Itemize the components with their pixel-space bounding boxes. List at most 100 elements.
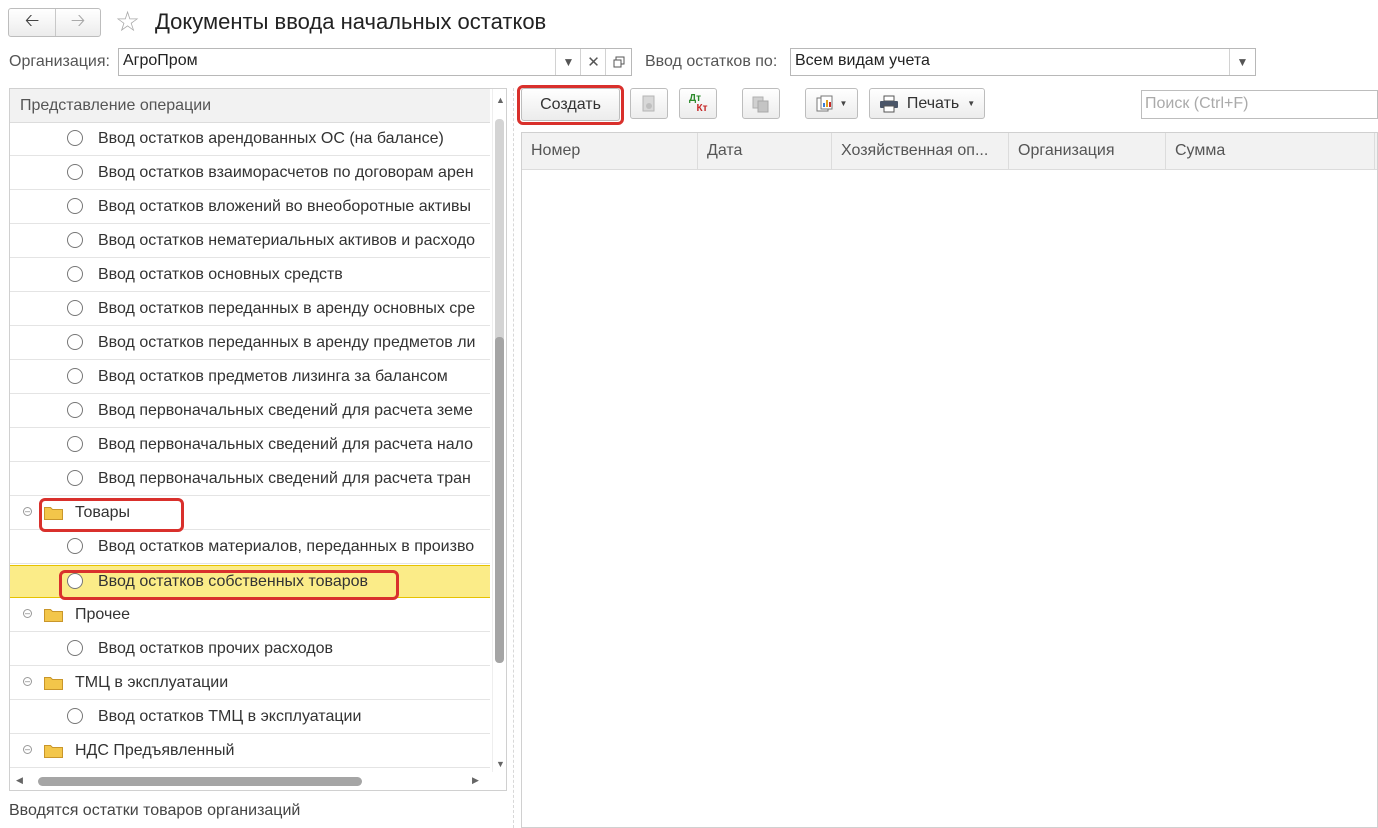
- radio-icon[interactable]: [67, 334, 83, 350]
- status-text: Вводятся остатки товаров организаций: [9, 802, 301, 819]
- folder-icon: [44, 744, 63, 758]
- report-icon: [816, 95, 833, 111]
- scrollbar-thumb[interactable]: [495, 337, 504, 663]
- radio-icon[interactable]: [67, 130, 83, 146]
- tree-item[interactable]: Ввод остатков предметов лизинга за балан…: [10, 361, 490, 394]
- reports-dropdown-button[interactable]: ▼: [805, 88, 858, 119]
- column-organization[interactable]: Организация: [1009, 133, 1166, 169]
- radio-icon[interactable]: [67, 402, 83, 418]
- input-by-value: Всем видам учета: [795, 52, 930, 69]
- tree-item[interactable]: Ввод остатков материалов, переданных в п…: [10, 531, 490, 564]
- chevron-down-icon: ▼: [839, 99, 848, 108]
- column-operation[interactable]: Хозяйственная оп...: [832, 133, 1009, 169]
- radio-icon[interactable]: [67, 436, 83, 452]
- radio-icon[interactable]: [67, 640, 83, 656]
- scroll-right-icon[interactable]: ▶: [472, 775, 479, 786]
- dt-label: Дт: [688, 92, 702, 104]
- scroll-left-icon[interactable]: ◀: [16, 775, 23, 786]
- tree-item[interactable]: Ввод остатков переданных в аренду предме…: [10, 327, 490, 360]
- dropdown-icon[interactable]: ▼: [1229, 49, 1255, 75]
- radio-icon[interactable]: [67, 368, 83, 384]
- radio-icon[interactable]: [67, 470, 83, 486]
- column-date[interactable]: Дата: [698, 133, 832, 169]
- back-button[interactable]: 🡠: [9, 9, 56, 36]
- tree-item-label: Ввод остатков основных средств: [98, 266, 343, 283]
- arrow-left-icon: 🡠: [24, 9, 40, 30]
- collapse-icon[interactable]: –: [23, 609, 32, 618]
- documents-icon: [752, 96, 769, 112]
- related-documents-button[interactable]: [742, 88, 780, 119]
- radio-icon[interactable]: [67, 708, 83, 724]
- vertical-scrollbar[interactable]: ▲ ▼: [492, 89, 506, 772]
- scroll-up-icon[interactable]: ▲: [496, 95, 505, 105]
- tree-item[interactable]: Ввод остатков переданных в аренду основн…: [10, 293, 490, 326]
- input-by-label: Ввод остатков по:: [645, 53, 778, 70]
- tree-item-label: Ввод остатков взаиморасчетов по договора…: [98, 164, 474, 181]
- tree-group[interactable]: – ТМЦ в эксплуатации: [10, 667, 490, 700]
- page-title: Документы ввода начальных остатков: [155, 9, 547, 34]
- tree-item-label: Ввод первоначальных сведений для расчета…: [98, 436, 474, 453]
- chevron-down-icon: ▼: [967, 99, 976, 108]
- open-icon[interactable]: [605, 49, 631, 75]
- tree-item[interactable]: Ввод первоначальных сведений для расчета…: [10, 429, 490, 462]
- forward-button[interactable]: 🡢: [55, 9, 101, 36]
- copy-button[interactable]: [630, 88, 668, 119]
- tree-header: Представление операции: [10, 89, 490, 123]
- tree-item-label: Ввод остатков переданных в аренду предме…: [98, 334, 476, 351]
- splitter[interactable]: [513, 88, 514, 828]
- tree-item[interactable]: Ввод первоначальных сведений для расчета…: [10, 463, 490, 496]
- tree-item[interactable]: Ввод остатков прочих расходов: [10, 633, 490, 666]
- highlight-goods-group: [39, 498, 184, 532]
- radio-icon[interactable]: [67, 538, 83, 554]
- radio-icon[interactable]: [67, 266, 83, 282]
- highlight-create-button: [517, 85, 624, 125]
- radio-icon[interactable]: [67, 164, 83, 180]
- horizontal-scrollbar-thumb[interactable]: [38, 777, 362, 786]
- collapse-icon[interactable]: –: [23, 745, 32, 754]
- tree-item-label: Ввод остатков нематериальных активов и р…: [98, 232, 476, 249]
- tree-item[interactable]: Ввод первоначальных сведений для расчета…: [10, 395, 490, 428]
- scroll-down-icon[interactable]: ▼: [496, 759, 505, 769]
- radio-icon[interactable]: [67, 232, 83, 248]
- dropdown-icon[interactable]: ▼: [555, 49, 581, 75]
- column-number[interactable]: Номер: [522, 133, 698, 169]
- collapse-icon[interactable]: –: [23, 677, 32, 686]
- documents-table: Номер Дата Хозяйственная оп... Организац…: [521, 132, 1378, 828]
- tree-item[interactable]: Ввод остатков ТМЦ в эксплуатации: [10, 701, 490, 734]
- clear-icon[interactable]: ✕: [580, 49, 606, 75]
- tree-item-label: Ввод остатков предметов лизинга за балан…: [98, 368, 448, 385]
- tree-group[interactable]: – НДС Предъявленный: [10, 735, 490, 768]
- column-amount[interactable]: Сумма: [1166, 133, 1375, 169]
- tree-item[interactable]: Ввод остатков нематериальных активов и р…: [10, 225, 490, 258]
- tree-item-label: Ввод остатков материалов, переданных в п…: [98, 538, 475, 555]
- tree-group-label: Прочее: [75, 606, 131, 623]
- tree-item-label: Ввод остатков вложений во внеоборотные а…: [98, 198, 472, 215]
- horizontal-scrollbar[interactable]: ◀ ▶: [10, 772, 492, 790]
- organization-label: Организация:: [9, 53, 110, 70]
- tree-item-label: Ввод остатков прочих расходов: [98, 640, 333, 657]
- tree-item[interactable]: Ввод остатков основных средств: [10, 259, 490, 292]
- tree-group[interactable]: – Прочее: [10, 599, 490, 632]
- star-icon[interactable]: ☆: [115, 7, 140, 37]
- search-input[interactable]: Поиск (Ctrl+F): [1141, 90, 1378, 119]
- input-by-select[interactable]: Всем видам учета ▼: [790, 48, 1256, 76]
- printer-icon: [879, 95, 898, 112]
- highlight-selected-item: [59, 570, 399, 600]
- operation-tree: Представление операции Ввод остатков аре…: [9, 88, 507, 791]
- tree-item-label: Ввод остатков арендованных ОС (на баланс…: [98, 130, 444, 147]
- navigation-buttons: 🡠 🡢: [8, 8, 101, 37]
- radio-icon[interactable]: [67, 300, 83, 316]
- tree-item[interactable]: Ввод остатков вложений во внеоборотные а…: [10, 191, 490, 224]
- print-button[interactable]: Печать ▼: [869, 88, 985, 119]
- tree-header-label: Представление операции: [20, 97, 212, 114]
- print-label: Печать: [906, 94, 960, 112]
- tree-item[interactable]: Ввод остатков арендованных ОС (на баланс…: [10, 123, 490, 156]
- folder-icon: [44, 608, 63, 622]
- radio-icon[interactable]: [67, 198, 83, 214]
- dt-kt-button[interactable]: Дт Кт: [679, 88, 717, 119]
- folder-icon: [44, 676, 63, 690]
- collapse-icon[interactable]: –: [23, 507, 32, 516]
- arrow-right-icon: 🡢: [70, 9, 86, 30]
- organization-field[interactable]: АгроПром ▼ ✕: [118, 48, 632, 76]
- tree-item[interactable]: Ввод остатков взаиморасчетов по договора…: [10, 157, 490, 190]
